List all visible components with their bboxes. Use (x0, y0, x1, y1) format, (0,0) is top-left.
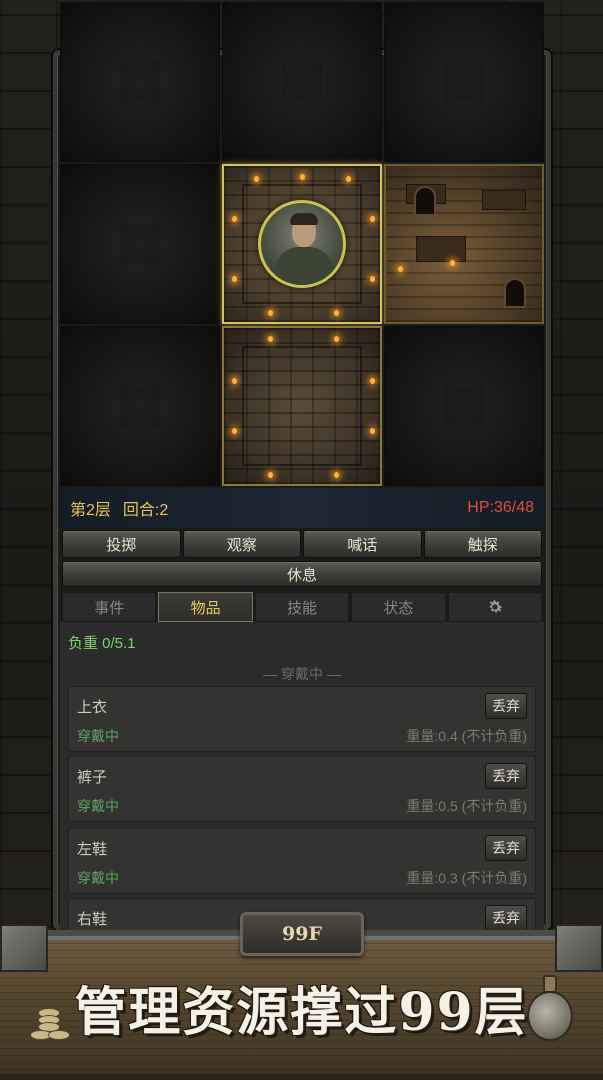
torch-icon (232, 276, 237, 282)
room-corridor[interactable] (222, 326, 382, 486)
torch-icon (232, 428, 237, 434)
torch-icon (334, 336, 339, 342)
item-state: 穿戴中 (77, 798, 119, 814)
room-floor (242, 346, 362, 466)
metal-corner (555, 924, 603, 972)
floor-badge: 99F (240, 912, 364, 956)
torch-icon (370, 216, 375, 222)
item-state: 穿戴中 (77, 870, 119, 886)
item-state: 穿戴中 (77, 728, 119, 744)
round-label: 回合:2 (122, 502, 169, 519)
torch-icon (398, 266, 403, 272)
load-label: 负重 0/5.1 (68, 635, 136, 652)
potion-icon (525, 975, 575, 1045)
tab-skills[interactable]: 技能 (254, 592, 350, 622)
counter (416, 236, 466, 262)
torch-icon (300, 174, 305, 180)
map-cell-unexplored (384, 2, 544, 162)
map-cell-unexplored (60, 2, 220, 162)
room-shop[interactable] (384, 164, 544, 324)
map-cell-unexplored (222, 2, 382, 162)
map-cell-unexplored (60, 326, 220, 486)
slogan-text: 管理资源撑过99层 (74, 982, 529, 1043)
item-weight: 重量:0.5 (不计负重) (406, 798, 527, 814)
torch-icon (254, 176, 259, 182)
doorway (504, 278, 526, 308)
torch-icon (370, 276, 375, 282)
action-bar: 投掷 观察 喊话 触探 (62, 530, 542, 558)
observe-button[interactable]: 观察 (182, 530, 301, 558)
map-cell-unexplored (384, 326, 544, 486)
floor-label: 第2层 (70, 502, 111, 519)
tab-status[interactable]: 状态 (351, 592, 446, 622)
torch-icon (370, 378, 375, 384)
torch-icon (450, 260, 455, 266)
avatar-hair (290, 213, 318, 225)
torch-icon (268, 472, 273, 478)
tab-settings[interactable] (447, 592, 543, 622)
map-cell-unexplored (60, 164, 220, 324)
section-title: — 穿戴中 — (263, 666, 341, 682)
tab-items[interactable]: 物品 (158, 592, 253, 622)
doorway (414, 186, 436, 216)
hp-label: HP:36/48 (467, 499, 534, 516)
torch-icon (232, 378, 237, 384)
inventory-panel: 负重 0/5.1 — 穿戴中 — 上衣 穿戴中 重量:0.4 (不计负重) 丢弃… (60, 622, 544, 932)
metal-corner (0, 924, 48, 972)
player-avatar[interactable] (258, 200, 346, 288)
list-item[interactable]: 左鞋 穿戴中 重量:0.3 (不计负重) 丢弃 (68, 828, 536, 894)
list-item[interactable]: 裤子 穿戴中 重量:0.5 (不计负重) 丢弃 (68, 756, 536, 822)
item-name: 左鞋 (77, 841, 108, 858)
item-weight: 重量:0.3 (不计负重) (406, 870, 527, 886)
tab-bar: 事件 物品 技能 状态 (62, 592, 543, 622)
torch-icon (334, 310, 339, 316)
drop-button[interactable]: 丢弃 (485, 693, 527, 719)
shelf (482, 190, 526, 210)
coins-icon (30, 1008, 72, 1042)
drop-button[interactable]: 丢弃 (485, 763, 527, 789)
item-weight: 重量:0.4 (不计负重) (406, 728, 527, 744)
drop-button[interactable]: 丢弃 (485, 905, 527, 931)
item-name: 裤子 (77, 769, 108, 786)
torch-icon (268, 336, 273, 342)
item-name: 上衣 (77, 699, 108, 716)
rest-button[interactable]: 休息 (62, 561, 542, 587)
room-current[interactable] (222, 164, 382, 324)
shout-button[interactable]: 喊话 (303, 530, 422, 558)
tab-events[interactable]: 事件 (62, 592, 157, 622)
touch-button[interactable]: 触探 (423, 530, 542, 558)
dungeon-map (60, 2, 544, 486)
torch-icon (334, 472, 339, 478)
throw-button[interactable]: 投掷 (62, 530, 181, 558)
torch-icon (346, 176, 351, 182)
torch-icon (268, 310, 273, 316)
drop-button[interactable]: 丢弃 (485, 835, 527, 861)
torch-icon (232, 216, 237, 222)
item-name: 右鞋 (77, 911, 108, 928)
torch-icon (370, 428, 375, 434)
gear-icon (489, 600, 502, 613)
status-bar: 第2层 回合:2 HP:36/48 (60, 488, 544, 528)
list-item[interactable]: 上衣 穿戴中 重量:0.4 (不计负重) 丢弃 (68, 686, 536, 752)
avatar-body (275, 247, 333, 285)
